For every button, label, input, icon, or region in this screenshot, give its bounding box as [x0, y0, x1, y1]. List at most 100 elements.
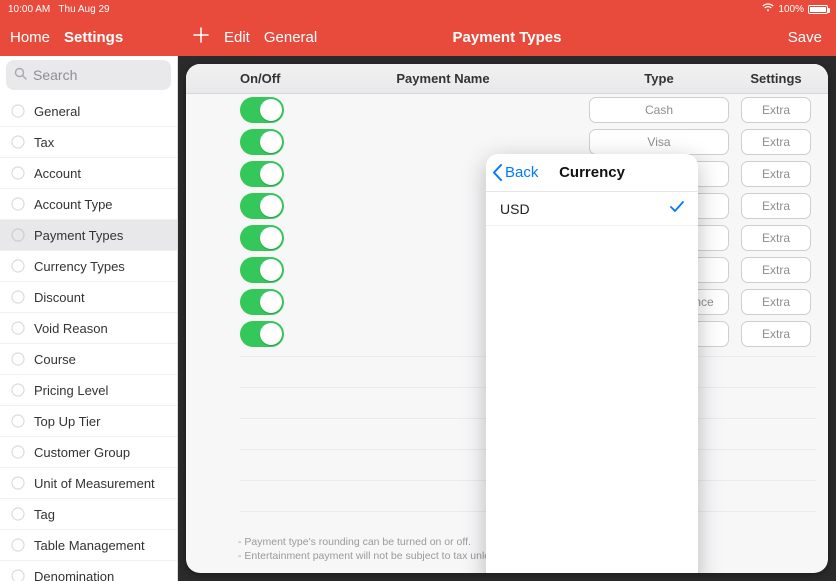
sidebar-item-tax[interactable]: Tax	[0, 127, 177, 158]
currency-popover: Back Currency USD	[486, 154, 698, 573]
type-button[interactable]: Visa	[589, 129, 729, 155]
sidebar-item-label: Payment Types	[34, 228, 123, 243]
sidebar-item-customer-group[interactable]: Customer Group	[0, 437, 177, 468]
sidebar-item-label: Customer Group	[34, 445, 130, 460]
type-button[interactable]: Cash	[589, 97, 729, 123]
sidebar-menu: General Tax Account Account Type Payment Typ…	[0, 96, 177, 581]
col-name: Payment Name	[302, 71, 584, 86]
panel: On/Off Payment Name Type Settings Cash Ex…	[186, 64, 828, 573]
status-bar: 10:00 AM Thu Aug 29 100%	[0, 0, 836, 18]
toggle-switch[interactable]	[240, 97, 284, 123]
sidebar-item-label: Pricing Level	[34, 383, 108, 398]
sidebar-item-label: Void Reason	[34, 321, 108, 336]
col-settings: Settings	[734, 71, 818, 86]
currency-item-usd[interactable]: USD	[486, 192, 698, 226]
popover-title: Currency	[559, 164, 625, 181]
general-button[interactable]: General	[264, 29, 317, 46]
sidebar-item-icon	[10, 258, 26, 274]
settings-title: Settings	[64, 29, 123, 46]
battery-percent: 100%	[778, 4, 804, 15]
home-button[interactable]: Home	[10, 29, 50, 46]
sidebar-item-top-up-tier[interactable]: Top Up Tier	[0, 406, 177, 437]
sidebar-item-payment-types[interactable]: Payment Types	[0, 220, 177, 251]
toggle-switch[interactable]	[240, 289, 284, 315]
sidebar-item-icon	[10, 227, 26, 243]
toggle-switch[interactable]	[240, 161, 284, 187]
sidebar-item-icon	[10, 506, 26, 522]
content-area: On/Off Payment Name Type Settings Cash Ex…	[178, 56, 836, 581]
table-header: On/Off Payment Name Type Settings	[186, 64, 828, 94]
extra-button[interactable]: Extra	[741, 289, 811, 315]
sidebar-item-icon	[10, 351, 26, 367]
sidebar-item-course[interactable]: Course	[0, 344, 177, 375]
sidebar-item-label: Account	[34, 166, 81, 181]
extra-button[interactable]: Extra	[741, 225, 811, 251]
sidebar-item-label: General	[34, 104, 80, 119]
search-icon	[14, 67, 27, 83]
sidebar-item-discount[interactable]: Discount	[0, 282, 177, 313]
edit-button[interactable]: Edit	[224, 29, 250, 46]
sidebar-item-label: Discount	[34, 290, 85, 305]
sidebar-item-table-management[interactable]: Table Management	[0, 530, 177, 561]
sidebar-item-icon	[10, 568, 26, 581]
extra-button[interactable]: Extra	[741, 161, 811, 187]
status-left: 10:00 AM Thu Aug 29	[8, 4, 110, 15]
extra-button[interactable]: Extra	[741, 97, 811, 123]
status-time: 10:00 AM	[8, 4, 50, 15]
sidebar-item-icon	[10, 537, 26, 553]
back-label: Back	[505, 164, 538, 181]
page-title: Payment Types	[453, 29, 562, 46]
sidebar-item-icon	[10, 134, 26, 150]
sidebar-item-label: Currency Types	[34, 259, 125, 274]
table-row: Cash Extra	[186, 94, 828, 126]
sidebar-item-label: Top Up Tier	[34, 414, 100, 429]
sidebar-item-icon	[10, 382, 26, 398]
sidebar-item-tag[interactable]: Tag	[0, 499, 177, 530]
popover-header: Back Currency	[486, 154, 698, 192]
status-right: 100%	[762, 3, 828, 15]
sidebar-item-account-type[interactable]: Account Type	[0, 189, 177, 220]
col-onoff: On/Off	[240, 71, 302, 86]
sidebar-item-icon	[10, 444, 26, 460]
sidebar-item-label: Account Type	[34, 197, 113, 212]
wifi-icon	[762, 3, 774, 15]
sidebar-item-icon	[10, 475, 26, 491]
battery-icon	[808, 5, 828, 14]
sidebar-item-icon	[10, 289, 26, 305]
sidebar-item-void-reason[interactable]: Void Reason	[0, 313, 177, 344]
col-type: Type	[584, 71, 734, 86]
sidebar-item-denomination[interactable]: Denomination	[0, 561, 177, 581]
sidebar-item-pricing-level[interactable]: Pricing Level	[0, 375, 177, 406]
sidebar-item-general[interactable]: General	[0, 96, 177, 127]
sidebar-item-label: Denomination	[34, 569, 114, 581]
extra-button[interactable]: Extra	[741, 129, 811, 155]
sidebar-item-label: Unit of Measurement	[34, 476, 155, 491]
sidebar-item-label: Table Management	[34, 538, 145, 553]
sidebar-item-icon	[10, 320, 26, 336]
extra-button[interactable]: Extra	[741, 321, 811, 347]
content-nav: Edit General Payment Types Save	[178, 18, 836, 56]
currency-label: USD	[500, 201, 530, 217]
toggle-switch[interactable]	[240, 193, 284, 219]
sidebar-item-icon	[10, 103, 26, 119]
sidebar-item-icon	[10, 196, 26, 212]
sidebar-item-icon	[10, 413, 26, 429]
extra-button[interactable]: Extra	[741, 257, 811, 283]
sidebar-item-label: Tag	[34, 507, 55, 522]
sidebar: Search General Tax Account Account Type Paym…	[0, 56, 178, 581]
toggle-switch[interactable]	[240, 225, 284, 251]
save-button[interactable]: Save	[788, 29, 836, 46]
sidebar-item-unit-of-measurement[interactable]: Unit of Measurement	[0, 468, 177, 499]
add-button[interactable]	[192, 26, 210, 48]
back-button[interactable]: Back	[486, 164, 538, 181]
extra-button[interactable]: Extra	[741, 193, 811, 219]
toggle-switch[interactable]	[240, 257, 284, 283]
sidebar-item-label: Tax	[34, 135, 54, 150]
sidebar-item-currency-types[interactable]: Currency Types	[0, 251, 177, 282]
sidebar-item-account[interactable]: Account	[0, 158, 177, 189]
toggle-switch[interactable]	[240, 321, 284, 347]
toggle-switch[interactable]	[240, 129, 284, 155]
sidebar-item-label: Course	[34, 352, 76, 367]
search-placeholder: Search	[33, 67, 77, 83]
search-input[interactable]: Search	[6, 60, 171, 90]
